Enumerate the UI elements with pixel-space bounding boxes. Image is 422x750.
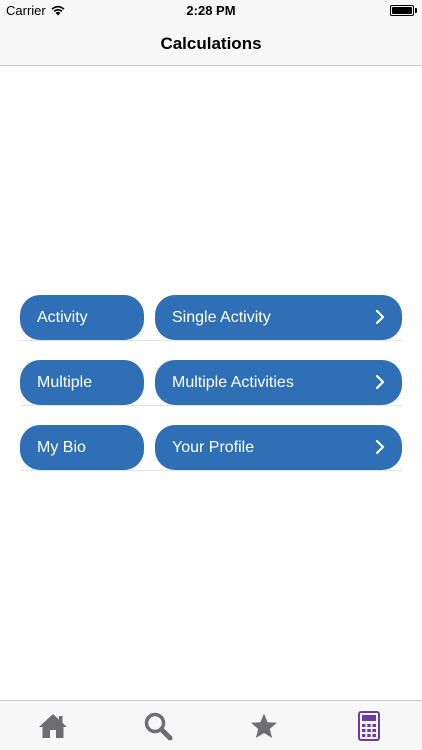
row-activity: Activity Single Activity [20, 295, 402, 360]
chevron-right-icon [375, 439, 385, 455]
page-title: Calculations [160, 33, 262, 53]
tab-search[interactable] [106, 701, 212, 750]
activity-label: Activity [37, 308, 88, 326]
home-icon [38, 713, 67, 738]
status-time: 2:28 PM [186, 3, 236, 18]
tab-home[interactable] [0, 701, 106, 750]
row-multiple: Multiple Multiple Activities [20, 360, 402, 425]
battery-tip [415, 8, 417, 13]
star-icon [250, 713, 277, 738]
chevron-right-icon [375, 374, 385, 390]
tab-bar [0, 700, 422, 750]
single-activity-button[interactable]: Single Activity [155, 295, 402, 340]
multiple-activities-button[interactable]: Multiple Activities [155, 360, 402, 405]
search-icon [145, 712, 173, 740]
status-bar: Carrier 2:28 PM [0, 0, 422, 22]
your-profile-label: Your Profile [172, 438, 255, 456]
tab-favorites[interactable] [211, 701, 317, 750]
my-bio-button[interactable]: My Bio [20, 425, 144, 470]
chevron-right-icon [375, 309, 385, 325]
activity-button[interactable]: Activity [20, 295, 144, 340]
your-profile-button[interactable]: Your Profile [155, 425, 402, 470]
app-screen: Carrier 2:28 PM Calculations Activity Si… [0, 0, 422, 750]
multiple-activities-label: Multiple Activities [172, 373, 294, 391]
calculation-list: Activity Single Activity Multiple Multip… [20, 295, 402, 490]
battery-icon [390, 5, 414, 16]
multiple-button[interactable]: Multiple [20, 360, 144, 405]
my-bio-label: My Bio [37, 438, 86, 456]
calculator-icon [358, 710, 381, 741]
tab-calculations[interactable] [317, 701, 422, 750]
navigation-bar: Calculations [0, 22, 422, 66]
row-my-bio: My Bio Your Profile [20, 425, 402, 490]
single-activity-label: Single Activity [172, 308, 271, 326]
multiple-label: Multiple [37, 373, 93, 391]
